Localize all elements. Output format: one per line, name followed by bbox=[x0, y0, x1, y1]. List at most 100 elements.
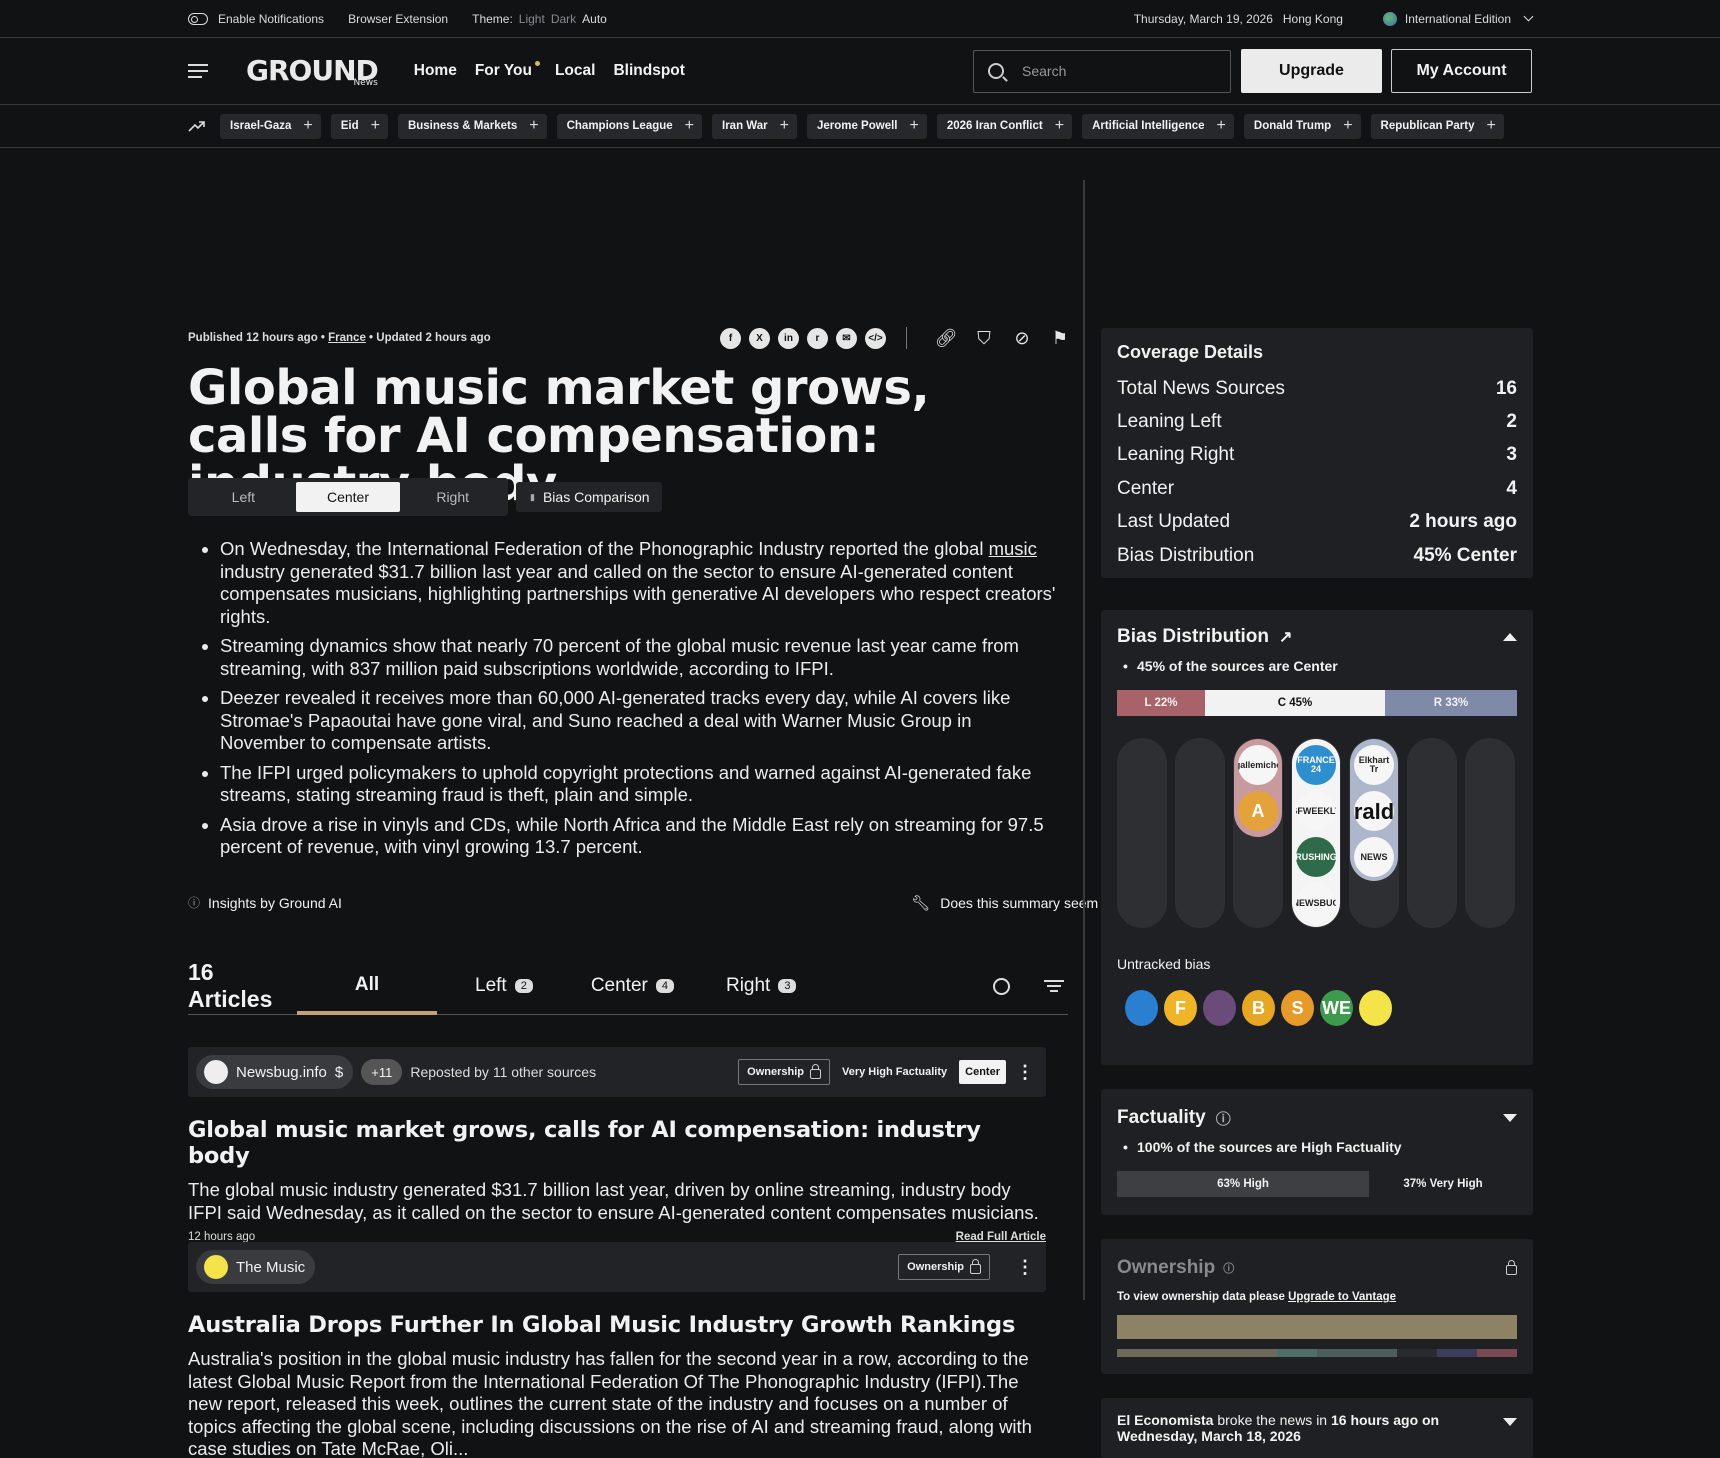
factuality-badge: Very High Factuality bbox=[842, 1066, 948, 1078]
info-icon[interactable]: ⓘ bbox=[1216, 1108, 1231, 1129]
flag-icon[interactable]: ⚑ bbox=[1049, 327, 1071, 349]
ownership-badge[interactable]: Ownership bbox=[898, 1254, 990, 1280]
filter-icon[interactable] bbox=[1044, 980, 1064, 992]
topic-chip[interactable]: Iran War + bbox=[712, 113, 797, 139]
browser-extension-link[interactable]: Browser Extension bbox=[348, 12, 448, 26]
plus-icon[interactable]: + bbox=[685, 117, 694, 135]
untracked-source-logo[interactable]: S bbox=[1281, 990, 1314, 1026]
insights-label[interactable]: ⓘ Insights by Ground AI bbox=[188, 894, 342, 911]
source-logo[interactable]: rald bbox=[1354, 791, 1394, 831]
topic-chip[interactable]: Champions League + bbox=[556, 113, 703, 139]
theme-dark[interactable]: Dark bbox=[551, 12, 576, 26]
theme-light[interactable]: Light bbox=[519, 12, 545, 26]
expand-icon[interactable] bbox=[1503, 1418, 1517, 1426]
plus-icon[interactable]: + bbox=[780, 117, 789, 135]
menu-icon[interactable] bbox=[188, 64, 208, 78]
tab-left[interactable]: Left 2 bbox=[475, 958, 533, 1015]
first-source[interactable]: El Economista bbox=[1117, 1412, 1213, 1428]
topic-link-music[interactable]: music bbox=[989, 538, 1037, 559]
info-icon[interactable]: ⓘ bbox=[1223, 1260, 1234, 1276]
chevron-down-icon bbox=[1523, 11, 1534, 22]
plus-icon[interactable]: + bbox=[1343, 117, 1352, 135]
topic-chip[interactable]: Eid + bbox=[330, 113, 388, 139]
source-logo[interactable]: gallemiche bbox=[1238, 745, 1278, 785]
bias-bar-right: R 33% bbox=[1385, 690, 1517, 716]
bookmark-icon[interactable]: ⛉ bbox=[973, 327, 995, 349]
source-logo[interactable]: NEWS bbox=[1354, 837, 1394, 877]
untracked-source-logo[interactable]: F bbox=[1164, 990, 1197, 1026]
topic-chip[interactable]: Business & Markets + bbox=[397, 113, 547, 139]
factuality-title[interactable]: Factuality ⓘ bbox=[1117, 1107, 1231, 1129]
expand-icon[interactable] bbox=[1503, 1114, 1517, 1122]
x-icon[interactable]: X bbox=[749, 327, 770, 349]
more-sources-chip[interactable]: +11 bbox=[361, 1059, 403, 1085]
source-logo[interactable]: Elkhart Tr bbox=[1354, 745, 1394, 785]
embed-icon[interactable]: </> bbox=[865, 327, 886, 349]
topic-chip[interactable]: Donald Trump + bbox=[1243, 113, 1361, 139]
enable-notifications[interactable]: Enable Notifications bbox=[188, 12, 324, 26]
theme-auto[interactable]: Auto bbox=[582, 12, 607, 26]
source-chip[interactable]: The Music bbox=[196, 1250, 316, 1284]
nav-blindspot[interactable]: Blindspot bbox=[613, 62, 684, 80]
untracked-source-logo[interactable]: B bbox=[1242, 990, 1275, 1026]
source-logo[interactable]: A bbox=[1238, 791, 1278, 831]
globe-icon bbox=[1382, 11, 1397, 26]
nav-for-you[interactable]: For You bbox=[475, 61, 540, 80]
toggle-icon[interactable] bbox=[188, 12, 208, 25]
facebook-icon[interactable]: f bbox=[720, 327, 741, 349]
source-chip[interactable]: Newsbug.info $ bbox=[196, 1055, 354, 1089]
linkedin-icon[interactable]: in bbox=[778, 327, 799, 349]
plus-icon[interactable]: + bbox=[303, 117, 312, 135]
topic-chip[interactable]: Republican Party + bbox=[1370, 113, 1504, 139]
upgrade-to-vantage-link[interactable]: Upgrade to Vantage bbox=[1288, 1291, 1396, 1303]
tab-center[interactable]: Center 4 bbox=[591, 958, 674, 1015]
source-logo[interactable]: FRANCE 24 bbox=[1296, 745, 1336, 785]
plus-icon[interactable]: + bbox=[371, 117, 380, 135]
location[interactable]: Hong Kong bbox=[1283, 12, 1343, 26]
plus-icon[interactable]: + bbox=[910, 117, 919, 135]
topic-chip[interactable]: Jerome Powell + bbox=[806, 113, 927, 139]
reddit-icon[interactable]: r bbox=[807, 327, 828, 349]
article-title[interactable]: Australia Drops Further In Global Music … bbox=[188, 1312, 1046, 1338]
article-title[interactable]: Global music market grows, calls for AI … bbox=[188, 1117, 1046, 1169]
tab-right[interactable]: Right 3 bbox=[726, 958, 797, 1015]
nav-home[interactable]: Home bbox=[414, 62, 457, 80]
perspective-left[interactable]: Left bbox=[191, 482, 296, 512]
email-icon[interactable]: ✉ bbox=[836, 327, 857, 349]
external-link-icon[interactable]: ↗ bbox=[1279, 627, 1292, 647]
search-icon[interactable] bbox=[993, 977, 1010, 995]
perspective-right[interactable]: Right bbox=[400, 482, 505, 512]
collapse-icon[interactable] bbox=[1503, 633, 1517, 641]
block-icon[interactable]: ⊘ bbox=[1011, 327, 1033, 349]
plus-icon[interactable]: + bbox=[1217, 117, 1226, 135]
perspective-center[interactable]: Center bbox=[295, 482, 401, 512]
source-logo[interactable]: NEWSBUG bbox=[1296, 883, 1336, 923]
plus-icon[interactable]: + bbox=[529, 117, 538, 135]
bias-distribution-title[interactable]: Bias Distribution ↗ bbox=[1117, 626, 1292, 648]
untracked-source-logo[interactable]: WE bbox=[1320, 990, 1353, 1026]
topic-chip[interactable]: 2026 Iran Conflict + bbox=[936, 113, 1073, 139]
ground-news-logo[interactable]: GROUND News bbox=[246, 57, 379, 89]
location-link[interactable]: France bbox=[328, 332, 366, 344]
topic-chip[interactable]: Artificial Intelligence + bbox=[1082, 113, 1234, 139]
link-icon[interactable]: 🔗︎ bbox=[935, 327, 958, 349]
plus-icon[interactable]: + bbox=[1055, 117, 1064, 135]
search-input[interactable]: Search bbox=[973, 49, 1231, 93]
untracked-source-logo[interactable] bbox=[1203, 990, 1236, 1026]
plus-icon[interactable]: + bbox=[1487, 117, 1496, 135]
more-options-icon[interactable]: ⋮ bbox=[1012, 1257, 1038, 1278]
ownership-badge[interactable]: Ownership bbox=[738, 1059, 830, 1085]
source-logo[interactable]: RUSHING bbox=[1296, 837, 1336, 877]
my-account-button[interactable]: My Account bbox=[1391, 49, 1532, 93]
more-options-icon[interactable]: ⋮ bbox=[1012, 1062, 1038, 1083]
upgrade-button[interactable]: Upgrade bbox=[1241, 49, 1382, 93]
untracked-source-logo[interactable] bbox=[1125, 990, 1158, 1026]
source-logo[interactable]: SFWEEKLY bbox=[1296, 791, 1336, 831]
nav-local[interactable]: Local bbox=[555, 62, 595, 80]
topic-chip[interactable]: Israel-Gaza + bbox=[220, 113, 321, 139]
bias-column-lean-left: gallemiche A bbox=[1233, 738, 1283, 928]
tab-all[interactable]: All bbox=[297, 958, 437, 1015]
edition-selector[interactable]: International Edition bbox=[1382, 11, 1534, 26]
bias-comparison-button[interactable]: ▮ Bias Comparison bbox=[516, 482, 662, 512]
untracked-source-logo[interactable] bbox=[1359, 990, 1392, 1026]
